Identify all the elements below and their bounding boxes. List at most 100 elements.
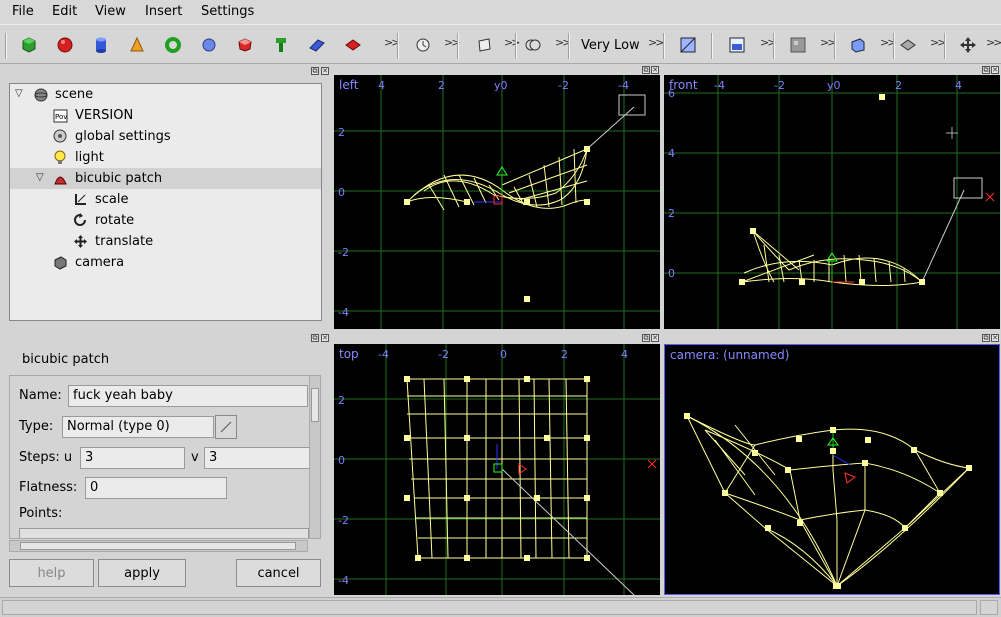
sphere-icon[interactable] xyxy=(53,33,77,57)
apply-button[interactable]: apply xyxy=(98,559,186,587)
tree-item-global-settings[interactable]: global settings xyxy=(10,126,321,147)
tree-item-version[interactable]: Pov VERSION xyxy=(10,105,321,126)
viewport-left-canvas: 4 2 y0 -2 -4 2 0 -2 -4 xyxy=(334,75,660,329)
flatness-field[interactable]: 0 xyxy=(85,477,227,499)
undock-icon[interactable]: ⧉ xyxy=(982,334,990,342)
tree-item-label: bicubic patch xyxy=(75,171,163,186)
chevron-down-icon[interactable]: ▽ xyxy=(36,172,44,183)
vertical-scrollbar[interactable] xyxy=(309,376,320,538)
viewport-label: top xyxy=(339,347,359,361)
tick-label: -2 xyxy=(774,79,785,92)
version-icon: Pov xyxy=(53,108,68,123)
toolbar-separator xyxy=(397,33,399,59)
tick-label: 4 xyxy=(668,147,675,160)
menu-file[interactable]: File xyxy=(12,4,34,19)
toolbar-more-icon[interactable]: >> xyxy=(986,36,1001,49)
viewport-label: left xyxy=(339,78,359,92)
toolbar-separator xyxy=(515,33,517,59)
tree-item-scale[interactable]: scale xyxy=(10,189,321,210)
tick-label: 2 xyxy=(668,207,675,220)
tree-item-label: global settings xyxy=(75,129,171,144)
tree-item-translate[interactable]: translate xyxy=(10,231,321,252)
lathe-icon[interactable] xyxy=(269,33,293,57)
menu-view[interactable]: View xyxy=(95,4,126,19)
scrollbar-thumb[interactable] xyxy=(311,388,319,422)
undock-icon[interactable]: ⧉ xyxy=(311,67,319,75)
light-icon xyxy=(53,150,68,165)
type-dropdown-button[interactable] xyxy=(215,415,237,439)
clock-icon[interactable] xyxy=(411,33,435,57)
tree-item-label: rotate xyxy=(95,213,135,228)
toolbar-more-icon[interactable]: >> xyxy=(930,36,947,49)
steps-v-label: v xyxy=(191,450,199,465)
close-icon[interactable]: ✕ xyxy=(991,66,999,74)
tick-label: -4 xyxy=(338,306,349,319)
properties-title: bicubic patch xyxy=(22,352,110,367)
tick-label: -2 xyxy=(438,348,449,361)
tick-label: -2 xyxy=(338,514,349,527)
viewport-left[interactable]: 4 2 y0 -2 -4 2 0 -2 -4 left xyxy=(334,75,660,329)
undock-icon[interactable]: ⧉ xyxy=(311,334,319,342)
scrollbar-thumb[interactable] xyxy=(20,542,296,550)
undock-icon[interactable]: ⧉ xyxy=(982,66,990,74)
viewport-camera[interactable]: camera: (unnamed) xyxy=(664,344,1000,595)
cancel-button[interactable]: cancel xyxy=(236,559,321,587)
tree-item-camera[interactable]: camera xyxy=(10,252,321,273)
tree-item-scene[interactable]: ▽ scene xyxy=(10,84,321,105)
toolbar-separator xyxy=(457,33,459,59)
tree-item-label: translate xyxy=(95,234,154,249)
blob-icon[interactable] xyxy=(233,33,257,57)
undock-icon[interactable]: ⧉ xyxy=(642,66,650,74)
object-icon[interactable] xyxy=(846,33,870,57)
steps-u-field[interactable]: 3 xyxy=(80,447,185,469)
prism-icon[interactable] xyxy=(305,33,329,57)
tree-item-light[interactable]: light xyxy=(10,147,321,168)
steps-v-field[interactable]: 3 xyxy=(204,447,310,469)
menu-settings[interactable]: Settings xyxy=(201,4,254,19)
menu-insert[interactable]: Insert xyxy=(145,4,182,19)
mesh-icon[interactable] xyxy=(896,33,920,57)
undock-icon[interactable]: ⧉ xyxy=(642,334,650,342)
torus-icon[interactable] xyxy=(161,33,185,57)
help-button[interactable]: help xyxy=(9,559,94,587)
menu-edit[interactable]: Edit xyxy=(52,4,77,19)
render-icon[interactable] xyxy=(725,33,749,57)
move-icon[interactable] xyxy=(956,33,980,57)
tree-item-label: VERSION xyxy=(75,108,134,123)
quality-select[interactable]: Very Low xyxy=(581,38,640,53)
disc-icon[interactable] xyxy=(197,33,221,57)
tick-label: 2 xyxy=(895,79,902,92)
texture-icon[interactable] xyxy=(786,33,810,57)
bicubic-patch-icon[interactable] xyxy=(341,33,365,57)
type-select[interactable]: Normal (type 0) xyxy=(62,416,214,438)
horizontal-scrollbar[interactable] xyxy=(9,540,308,552)
close-icon[interactable]: ✕ xyxy=(321,334,329,342)
box-icon[interactable] xyxy=(17,33,41,57)
translate-icon xyxy=(73,234,88,249)
scene-icon xyxy=(33,87,48,102)
size-grip-icon[interactable] xyxy=(980,600,998,615)
cylinder-icon[interactable] xyxy=(89,33,113,57)
chevron-down-icon[interactable]: ▽ xyxy=(15,88,23,99)
close-icon[interactable]: ✕ xyxy=(651,66,659,74)
viewport-front-canvas: -4 -2 y0 2 4 6 4 2 0 xyxy=(664,75,1000,329)
toolbar-more-icon[interactable]: >> xyxy=(648,36,665,49)
render-wireframe-icon[interactable] xyxy=(676,33,700,57)
viewport-front[interactable]: -4 -2 y0 2 4 6 4 2 0 front xyxy=(664,75,1000,329)
points-table[interactable] xyxy=(19,528,309,538)
close-icon[interactable]: ✕ xyxy=(321,67,329,75)
status-bar xyxy=(0,597,1001,617)
tick-label: 0 xyxy=(500,348,507,361)
cone-icon[interactable] xyxy=(125,33,149,57)
camera-icon xyxy=(53,255,68,270)
close-icon[interactable]: ✕ xyxy=(651,334,659,342)
tree-item-bicubic-patch[interactable]: ▽ bicubic patch xyxy=(10,168,321,189)
plane-icon[interactable] xyxy=(472,33,496,57)
csg-icon[interactable] xyxy=(521,33,545,57)
toolbar-more-icon[interactable]: >> xyxy=(820,36,837,49)
tree-item-rotate[interactable]: rotate xyxy=(10,210,321,231)
name-field[interactable]: fuck yeah baby xyxy=(68,385,308,407)
rotate-icon xyxy=(73,213,88,228)
viewport-top[interactable]: -4 -2 0 2 4 2 0 -2 -4 top xyxy=(334,344,660,595)
close-icon[interactable]: ✕ xyxy=(991,334,999,342)
